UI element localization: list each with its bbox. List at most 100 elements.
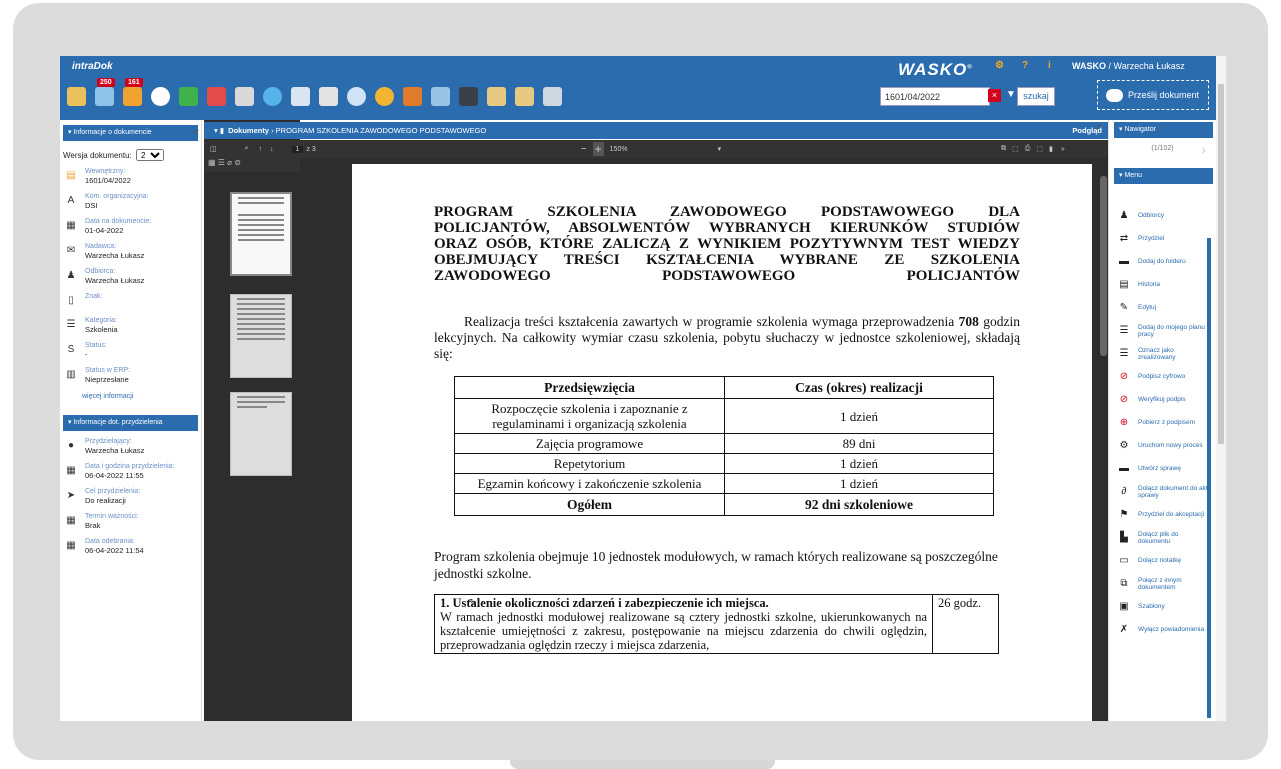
- page-thumbnail[interactable]: [230, 192, 292, 276]
- field-value: Do realizacji: [85, 496, 126, 505]
- sidebar-toggle-icon[interactable]: ◫: [210, 145, 217, 153]
- menu-item[interactable]: ⊘ Weryfikuj podpis: [1114, 388, 1210, 411]
- prev-page-icon[interactable]: ↑: [259, 146, 263, 153]
- menu-item[interactable]: ⧉ Połącz z innym dokumentem: [1114, 572, 1210, 595]
- breadcrumb: ▾ ▮ Dokumenty › PROGRAM SZKOLENIA ZAWODO…: [204, 122, 1108, 139]
- calendar-grid-icon[interactable]: [543, 86, 562, 106]
- module-hours: 26 godz.: [932, 594, 999, 654]
- menu-item[interactable]: ⊘ Podpisz cyfrowo: [1114, 365, 1210, 388]
- upload-button[interactable]: Prześlij dokument: [1097, 80, 1209, 110]
- notes-icon[interactable]: [67, 86, 86, 106]
- building-alt-icon[interactable]: [515, 86, 534, 106]
- modules-paragraph: Program szkolenia obejmuje 10 jednostek …: [434, 549, 998, 581]
- bookmark-icon[interactable]: ▮: [1049, 145, 1053, 153]
- field-label: Odbiorca:: [85, 268, 116, 275]
- case-icon[interactable]: [431, 86, 450, 106]
- menu-item[interactable]: ▭ Dołącz notatkę: [1114, 549, 1210, 572]
- find-icon[interactable]: ⌕: [245, 145, 249, 153]
- list-doc-icon[interactable]: [291, 86, 310, 106]
- document-scroll-thumb[interactable]: [1100, 176, 1107, 356]
- menu-item[interactable]: ☰ Oznacz jako zrealizowany: [1114, 342, 1210, 365]
- info-field: ● Przydzielający: Warzecha Łukasz: [60, 435, 201, 460]
- field-label: Przydzielający:: [85, 438, 132, 445]
- folder-icon[interactable]: 161: [123, 77, 143, 106]
- more-info-link[interactable]: więcej informacji: [60, 389, 201, 410]
- doc-info-header[interactable]: ▾ Informacje o dokumencie: [63, 125, 198, 141]
- table-row: Egzamin końcowy i zakończenie szkolenia 1…: [454, 473, 994, 494]
- user-info[interactable]: WASKO / Warzecha Łukasz: [1072, 61, 1185, 71]
- zoom-in-icon[interactable]: +: [592, 142, 604, 156]
- search-button[interactable]: szukaj: [1017, 87, 1055, 106]
- collapse-right-icon[interactable]: >: [1096, 122, 1102, 133]
- field-value: 06-04-2022 11:54: [85, 546, 144, 555]
- document-number-input[interactable]: 1601/04/2022: [880, 87, 990, 106]
- menu-item[interactable]: ♟ Odbiorcy: [1114, 204, 1210, 227]
- zoom-select[interactable]: 150%: [610, 146, 670, 153]
- menu-item[interactable]: ∂ Dołącz dokument do akt sprawy: [1114, 480, 1210, 503]
- app-logo[interactable]: intraDok: [72, 61, 113, 72]
- thumbnails-view-icon[interactable]: ▦: [208, 158, 216, 167]
- version-select[interactable]: 2: [136, 149, 165, 161]
- open-file-icon[interactable]: ⬚: [1012, 145, 1019, 153]
- window-scroll-thumb[interactable]: [1218, 84, 1224, 444]
- building-icon[interactable]: [487, 86, 506, 106]
- menu-item[interactable]: ▙ Dołącz plik do dokumentu: [1114, 526, 1210, 549]
- window-scrollbar[interactable]: [1216, 56, 1226, 721]
- clock-icon[interactable]: [151, 86, 170, 106]
- template-icon: ▣: [1119, 600, 1129, 612]
- menu-scrollbar[interactable]: [1207, 238, 1211, 718]
- breadcrumb-root[interactable]: Dokumenty: [228, 126, 269, 135]
- info-icon[interactable]: i: [1048, 60, 1051, 71]
- clear-icon[interactable]: ×: [988, 89, 1001, 102]
- menu-item-label: Połącz z innym dokumentem: [1138, 576, 1182, 591]
- menu-item[interactable]: ✗ Wyłącz powiadomienia: [1114, 618, 1210, 641]
- page-input[interactable]: 1: [291, 145, 304, 153]
- print-icon[interactable]: ⎙: [1025, 145, 1031, 153]
- menu-item[interactable]: ▬ Utwórz sprawę: [1114, 457, 1210, 480]
- presentation-icon[interactable]: ⧉: [1001, 145, 1006, 153]
- menu-item[interactable]: ⚙ Uruchom nowy proces: [1114, 434, 1210, 457]
- page-thumbnail[interactable]: [230, 294, 292, 378]
- menu-item[interactable]: ✎ Edytuj: [1114, 296, 1210, 319]
- intro-hours: 708: [958, 314, 979, 329]
- process-icon: ⚙: [1119, 439, 1129, 451]
- edit-doc-icon[interactable]: [319, 86, 338, 106]
- table-cell: 89 dni: [724, 433, 994, 454]
- users-icon[interactable]: [207, 86, 226, 106]
- collapse-left-icon[interactable]: <: [193, 128, 199, 139]
- filter-icon[interactable]: ▼: [1006, 89, 1016, 100]
- flag-icon: ⚑: [1119, 508, 1129, 520]
- document-scrollbar[interactable]: [1099, 158, 1108, 721]
- help-icon[interactable]: ?: [1022, 60, 1028, 71]
- menu-item[interactable]: ▤ Historia: [1114, 273, 1210, 296]
- monitor-icon[interactable]: [459, 86, 478, 106]
- menu-item[interactable]: ⚑ Przydziel do akceptacji: [1114, 503, 1210, 526]
- zoom-dropdown-icon[interactable]: ▾: [718, 145, 722, 153]
- info-field: ▦ Data na dokumencie: 01-04-2022: [60, 215, 201, 240]
- navigator-header[interactable]: ▾ Nawigator: [1114, 122, 1213, 138]
- next-page-icon[interactable]: ↓: [270, 146, 274, 153]
- search-icon[interactable]: [347, 86, 366, 106]
- box-icon[interactable]: [403, 86, 422, 106]
- menu-header[interactable]: ▾ Menu: [1114, 168, 1213, 184]
- menu-item[interactable]: ☰ Dodaj do mojego planu pracy: [1114, 319, 1210, 342]
- attach-file-icon: ▙: [1120, 531, 1128, 543]
- table-total-label: Ogółem: [454, 493, 725, 516]
- mail-icon: ✉: [66, 245, 76, 256]
- settings-icon[interactable]: ⚙: [995, 60, 1004, 71]
- more-tools-icon[interactable]: »: [1061, 146, 1065, 153]
- zoom-out-icon[interactable]: −: [581, 144, 587, 155]
- phone-icon[interactable]: [179, 86, 198, 106]
- page-thumbnail[interactable]: [230, 392, 292, 476]
- inbox-icon[interactable]: 250: [95, 77, 115, 106]
- globe-icon[interactable]: [263, 86, 282, 106]
- navigator-next-icon[interactable]: ›: [1201, 138, 1206, 160]
- refresh-icon[interactable]: [375, 86, 394, 106]
- menu-item[interactable]: ⇄ Przydziel: [1114, 227, 1210, 250]
- assign-info-header[interactable]: ▾ Informacje dot. przydzielenia: [63, 415, 198, 431]
- menu-item[interactable]: ▬ Dodaj do folderu: [1114, 250, 1210, 273]
- menu-item[interactable]: ⊕ Pobierz z podpisem: [1114, 411, 1210, 434]
- save-icon[interactable]: ⬚: [1036, 145, 1043, 153]
- document-icon[interactable]: [235, 86, 254, 106]
- menu-item[interactable]: ▣ Szablony: [1114, 595, 1210, 618]
